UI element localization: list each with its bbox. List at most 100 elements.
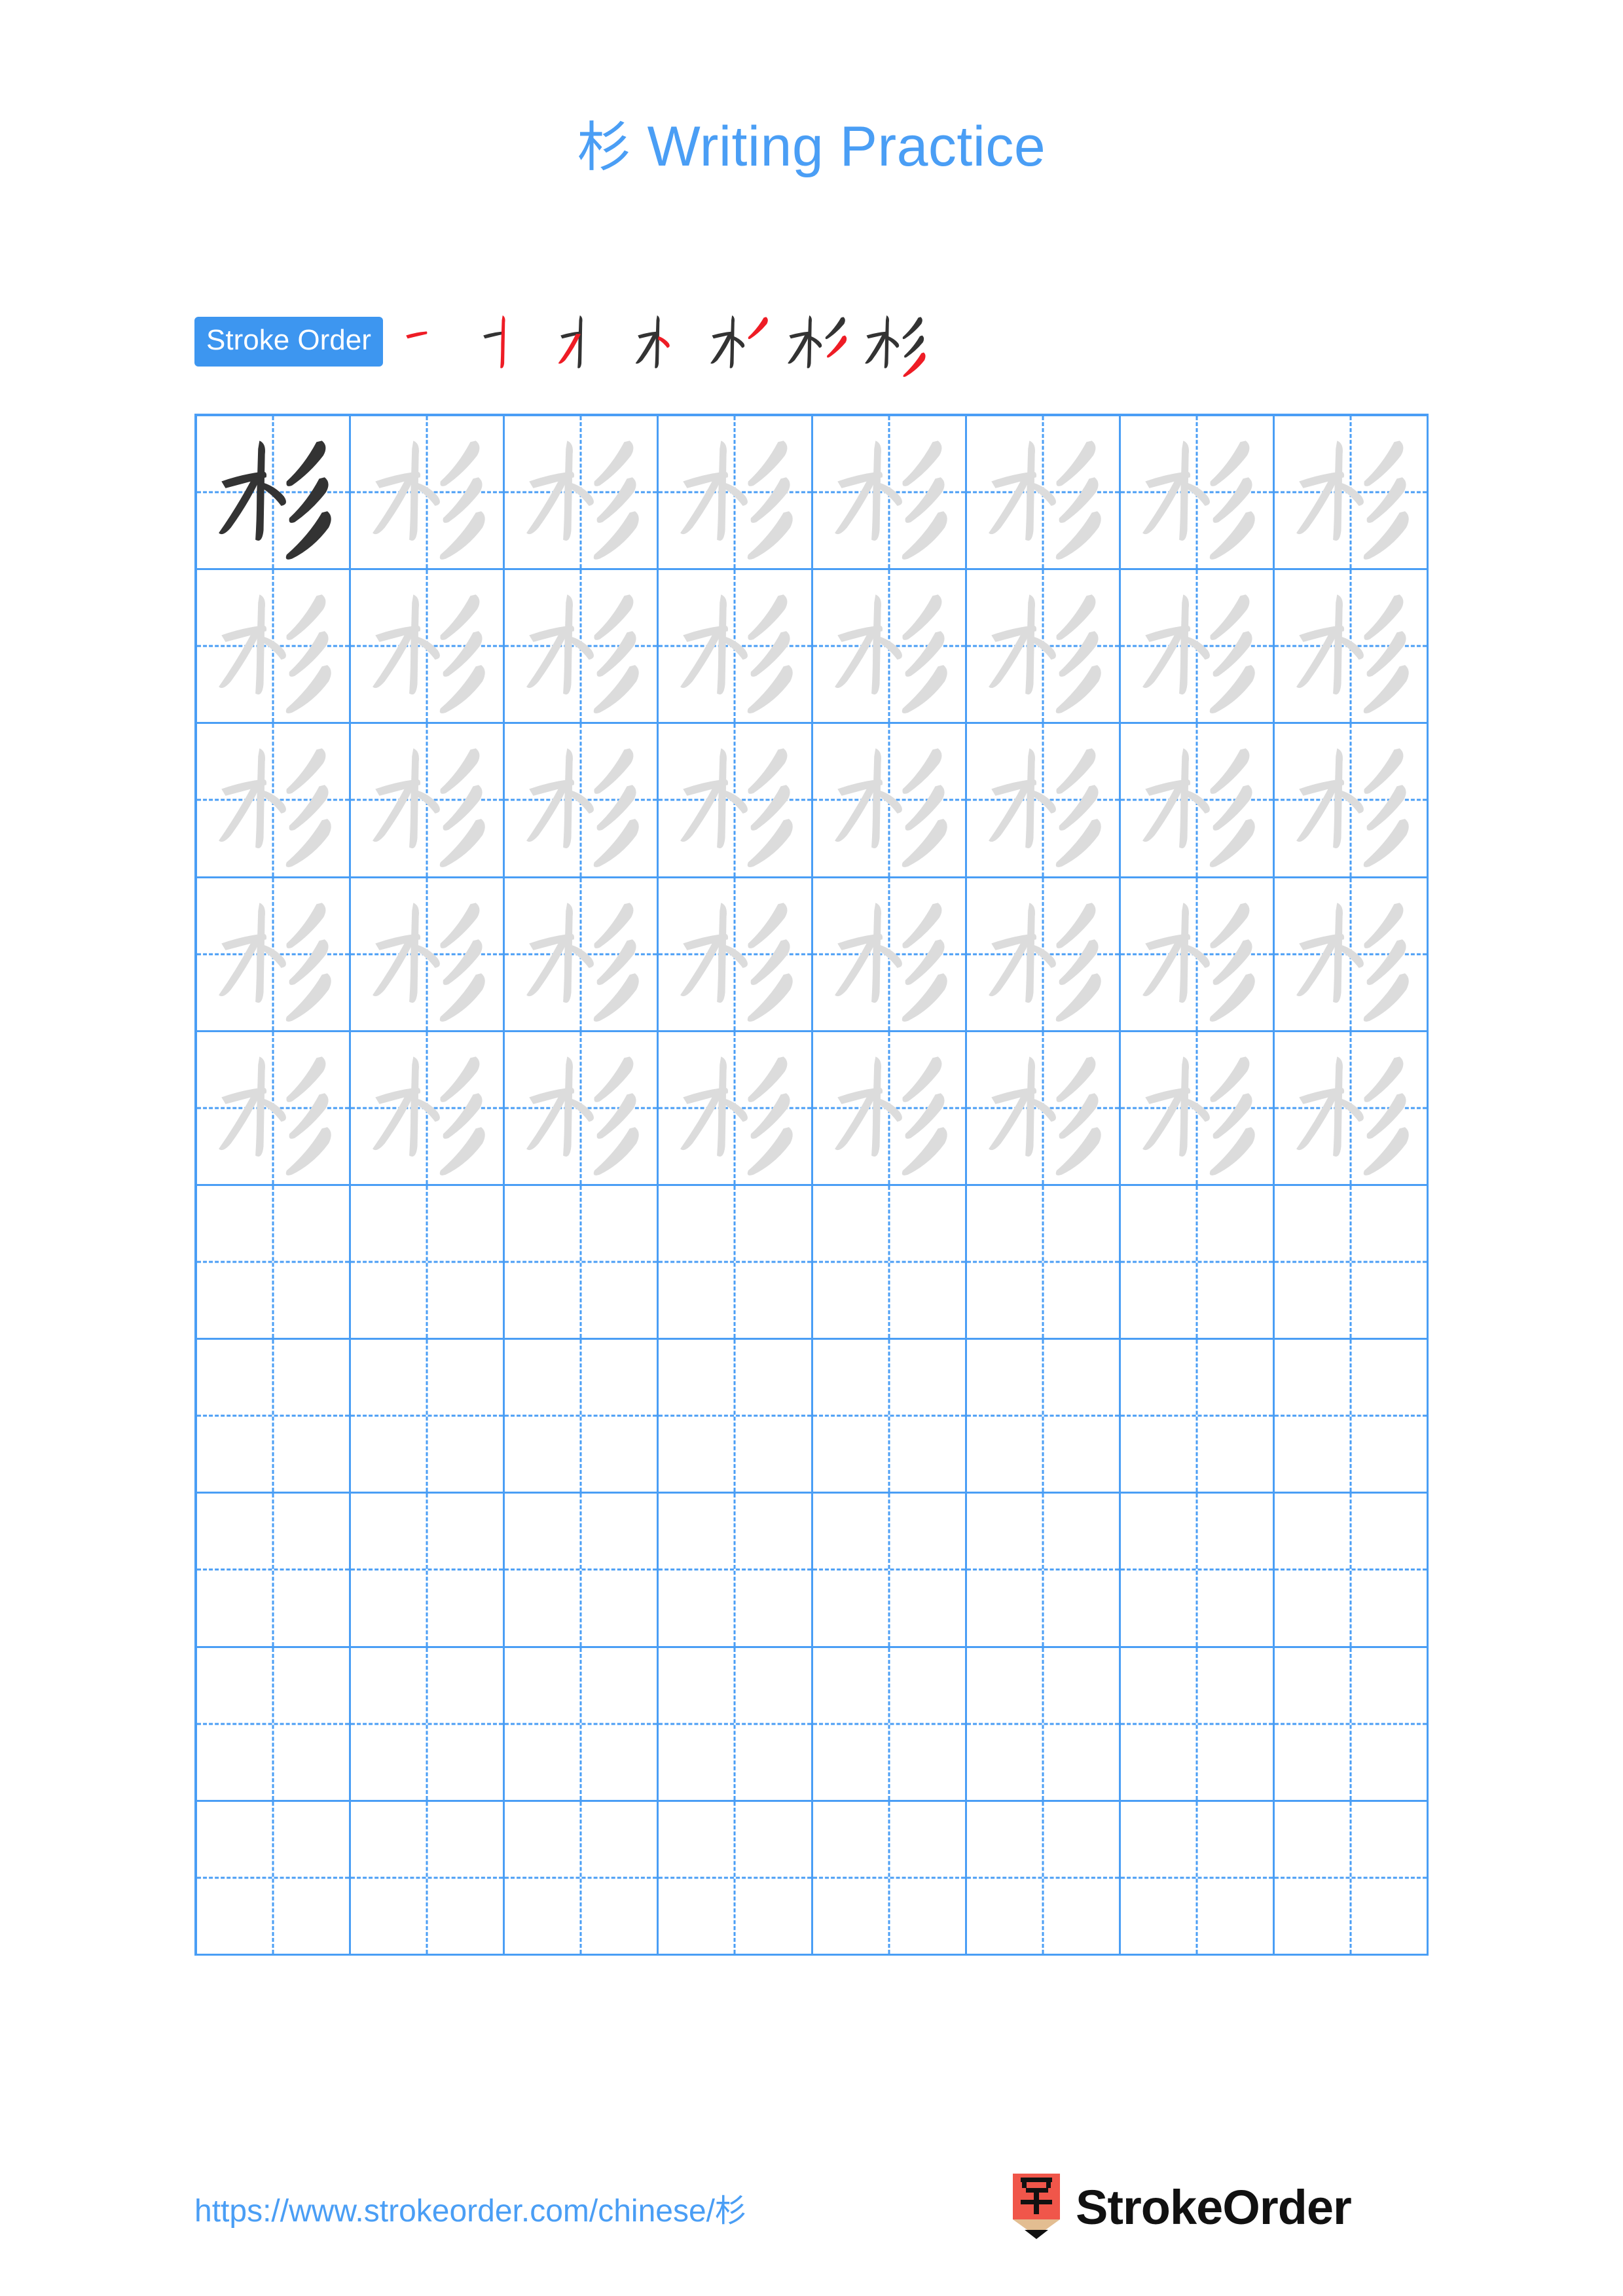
practice-cell[interactable] [197,1647,352,1802]
practice-cell[interactable] [1274,1647,1429,1802]
trace-character [505,878,657,1030]
practice-cell[interactable] [1120,1340,1275,1494]
practice-cell[interactable] [505,416,659,571]
practice-cell[interactable] [812,724,967,878]
practice-cell[interactable] [351,1031,505,1186]
practice-cell[interactable] [197,416,352,571]
practice-cell[interactable] [1274,416,1429,571]
practice-cell[interactable] [659,878,813,1032]
practice-cell[interactable] [1120,724,1275,878]
practice-cell[interactable] [351,416,505,571]
practice-cell[interactable] [659,416,813,571]
practice-cell[interactable] [966,878,1121,1032]
practice-cell[interactable] [812,570,967,725]
practice-cell[interactable] [812,1801,967,1956]
stroke-order-section: Stroke Order [194,302,933,381]
page-title: 杉 Writing Practice [0,103,1623,181]
practice-cell[interactable] [659,1185,813,1340]
practice-cell[interactable] [1274,1801,1429,1956]
practice-cell[interactable] [1120,1801,1275,1956]
practice-cell[interactable] [966,1647,1121,1802]
practice-cell[interactable] [197,1340,352,1494]
practice-cell[interactable] [659,724,813,878]
practice-cell[interactable] [812,1340,967,1494]
trace-character [1275,878,1427,1030]
practice-cell[interactable] [659,1494,813,1648]
practice-cell[interactable] [812,416,967,571]
trace-character [1121,878,1273,1030]
practice-cell[interactable] [1120,570,1275,725]
practice-cell[interactable] [351,878,505,1032]
practice-cell[interactable] [351,724,505,878]
trace-character [659,878,811,1030]
footer-url[interactable]: https://www.strokeorder.com/chinese/杉 [194,2185,746,2231]
practice-cell[interactable] [505,1340,659,1494]
practice-cell[interactable] [966,724,1121,878]
trace-character [813,724,965,876]
practice-cell[interactable] [505,724,659,878]
trace-character [967,878,1119,1030]
practice-cell[interactable] [659,570,813,725]
practice-cell[interactable] [197,878,352,1032]
practice-cell[interactable] [659,1031,813,1186]
practice-cell[interactable] [812,1647,967,1802]
footer-logo[interactable]: StrokeOrder [1010,2172,1352,2244]
practice-cell[interactable] [1274,878,1429,1032]
practice-cell[interactable] [966,570,1121,725]
trace-character [1121,570,1273,722]
practice-cell[interactable] [351,570,505,725]
practice-cell[interactable] [1274,1494,1429,1648]
practice-cell[interactable] [812,1494,967,1648]
trace-character [197,1032,349,1184]
practice-cell[interactable] [505,1494,659,1648]
practice-cell[interactable] [659,1340,813,1494]
practice-cell[interactable] [812,1185,967,1340]
practice-cell[interactable] [197,570,352,725]
practice-cell[interactable] [505,1185,659,1340]
practice-cell[interactable] [1274,1340,1429,1494]
trace-character [1275,724,1427,876]
practice-cell[interactable] [351,1801,505,1956]
practice-cell[interactable] [351,1185,505,1340]
practice-cell[interactable] [505,1801,659,1956]
trace-character [813,878,965,1030]
practice-cell[interactable] [351,1647,505,1802]
practice-cell[interactable] [1274,570,1429,725]
practice-cell[interactable] [197,1494,352,1648]
practice-cell[interactable] [1120,416,1275,571]
practice-cell[interactable] [505,1647,659,1802]
practice-cell[interactable] [966,1031,1121,1186]
practice-cell[interactable] [1120,1185,1275,1340]
practice-cell[interactable] [505,1031,659,1186]
trace-character [351,724,503,876]
practice-cell[interactable] [659,1647,813,1802]
practice-cell[interactable] [966,416,1121,571]
practice-cell[interactable] [197,1801,352,1956]
practice-cell[interactable] [1274,1031,1429,1186]
practice-cell[interactable] [966,1801,1121,1956]
practice-cell[interactable] [1274,724,1429,878]
practice-cell[interactable] [659,1801,813,1956]
stroke-step-3 [547,303,624,380]
practice-cell[interactable] [351,1494,505,1648]
practice-cell[interactable] [505,878,659,1032]
practice-cell[interactable] [505,570,659,725]
practice-cell[interactable] [812,1031,967,1186]
practice-cell[interactable] [197,724,352,878]
practice-cell[interactable] [1274,1185,1429,1340]
practice-cell[interactable] [966,1185,1121,1340]
practice-cell[interactable] [1120,1031,1275,1186]
practice-cell[interactable] [197,1185,352,1340]
stroke-step-2 [469,303,547,380]
practice-cell[interactable] [812,878,967,1032]
practice-cell[interactable] [966,1494,1121,1648]
practice-cell[interactable] [197,1031,352,1186]
practice-cell[interactable] [966,1340,1121,1494]
stroke-step-1 [392,303,469,380]
practice-cell[interactable] [351,1340,505,1494]
stroke-step-4 [624,303,701,380]
practice-cell[interactable] [1120,1647,1275,1802]
practice-cell[interactable] [1120,878,1275,1032]
practice-cell[interactable] [1120,1494,1275,1648]
trace-character [351,416,503,568]
